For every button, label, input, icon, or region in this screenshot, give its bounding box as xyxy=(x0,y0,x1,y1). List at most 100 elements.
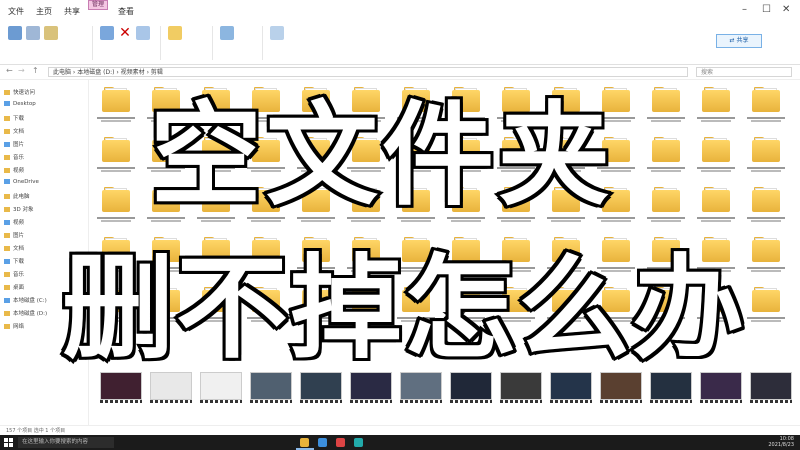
nav-item[interactable]: 视频 xyxy=(4,218,24,226)
nav-item[interactable]: 视频 xyxy=(4,166,24,174)
nav-item-label: 桌面 xyxy=(13,285,25,291)
copy-icon[interactable] xyxy=(26,26,40,40)
search-input[interactable]: 搜索 xyxy=(696,67,792,77)
file-explorer-icon[interactable] xyxy=(300,438,309,447)
tab-manage[interactable]: 管理 xyxy=(88,0,108,10)
folder-icon[interactable] xyxy=(752,286,780,312)
nav-item[interactable]: 3D 对象 xyxy=(4,205,33,213)
nav-item[interactable]: 此电脑 xyxy=(4,192,30,200)
tab-home[interactable]: 主页 xyxy=(36,6,52,17)
file-label-placeholder xyxy=(691,166,741,173)
folder-icon xyxy=(4,155,10,160)
folder-icon xyxy=(4,168,10,173)
film-strip-icon xyxy=(750,400,792,403)
file-label-placeholder xyxy=(91,166,141,173)
nav-item[interactable]: 本地磁盘 (C:) xyxy=(4,296,47,304)
tab-view[interactable]: 查看 xyxy=(118,6,134,17)
video-editor-icon[interactable] xyxy=(336,438,345,447)
app-icon[interactable] xyxy=(354,438,363,447)
delete-icon[interactable]: ✕ xyxy=(118,26,132,40)
file-label-placeholder xyxy=(641,116,691,123)
rename-icon[interactable] xyxy=(136,26,150,40)
folder-icon[interactable] xyxy=(702,86,730,112)
folder-icon[interactable] xyxy=(752,236,780,262)
folder-icon xyxy=(4,324,10,329)
folder-icon[interactable] xyxy=(702,186,730,212)
folder-icon[interactable] xyxy=(102,186,130,212)
clock[interactable]: 10:08 2021/8/23 xyxy=(768,436,794,448)
folder-icon xyxy=(4,233,10,238)
status-text: 157 个项目 选中 1 个项目 xyxy=(6,428,66,434)
nav-item[interactable]: OneDrive xyxy=(4,179,39,185)
nav-item-label: 图片 xyxy=(13,142,25,148)
taskbar-search[interactable]: 在这里输入你要搜索的内容 xyxy=(18,437,114,448)
overlay-title-line2: 删不掉怎么办 xyxy=(59,241,747,377)
film-strip-icon xyxy=(500,400,542,403)
film-strip-icon xyxy=(550,400,592,403)
folder-icon[interactable] xyxy=(102,86,130,112)
paste-icon[interactable] xyxy=(44,26,58,40)
maximize-button[interactable]: ☐ xyxy=(762,4,771,15)
move-to-icon[interactable] xyxy=(100,26,114,40)
forward-icon[interactable]: → xyxy=(18,66,25,75)
nav-item[interactable]: 快速访问 xyxy=(4,88,35,96)
nav-item[interactable]: 文档 xyxy=(4,127,24,135)
file-label-placeholder xyxy=(641,166,691,173)
folder-icon xyxy=(4,259,10,264)
folder-icon xyxy=(4,311,10,316)
film-strip-icon xyxy=(350,400,392,403)
nav-item[interactable]: 图片 xyxy=(4,231,24,239)
tab-share[interactable]: 共享 xyxy=(64,6,80,17)
start-icon[interactable] xyxy=(4,438,13,447)
tab-file[interactable]: 文件 xyxy=(8,6,24,17)
folder-icon[interactable] xyxy=(652,86,680,112)
minimize-button[interactable]: – xyxy=(742,4,747,15)
close-button[interactable]: ✕ xyxy=(782,4,790,15)
nav-item[interactable]: 本地磁盘 (D:) xyxy=(4,309,47,317)
new-folder-icon[interactable] xyxy=(168,26,182,40)
nav-item[interactable]: 桌面 xyxy=(4,283,24,291)
folder-icon[interactable] xyxy=(752,186,780,212)
film-strip-icon xyxy=(700,400,742,403)
nav-item[interactable]: 网络 xyxy=(4,322,24,330)
select-all-icon[interactable] xyxy=(270,26,284,40)
nav-item-label: OneDrive xyxy=(13,179,39,185)
file-label-placeholder xyxy=(91,116,141,123)
folder-icon xyxy=(4,246,10,251)
folder-icon xyxy=(4,142,10,147)
nav-item[interactable]: 下载 xyxy=(4,257,24,265)
nav-item-label: 图片 xyxy=(13,233,25,239)
nav-item-label: 视频 xyxy=(13,168,25,174)
nav-item-label: 音乐 xyxy=(13,155,25,161)
folder-icon[interactable] xyxy=(652,136,680,162)
browser-icon[interactable] xyxy=(318,438,327,447)
pin-quick-access-icon[interactable] xyxy=(8,26,22,40)
folder-icon[interactable] xyxy=(752,136,780,162)
film-strip-icon xyxy=(100,400,142,403)
nav-item-label: 此电脑 xyxy=(13,194,30,200)
nav-item-label: 3D 对象 xyxy=(13,207,34,213)
properties-icon[interactable] xyxy=(220,26,234,40)
back-icon[interactable]: ← xyxy=(6,66,13,75)
nav-item[interactable]: 文档 xyxy=(4,244,24,252)
nav-item[interactable]: 音乐 xyxy=(4,153,24,161)
folder-icon xyxy=(4,116,10,121)
clock-date: 2021/8/23 xyxy=(768,442,794,448)
file-label-placeholder xyxy=(691,116,741,123)
folder-icon xyxy=(4,194,10,199)
folder-icon xyxy=(4,179,10,184)
nav-item-label: 文档 xyxy=(13,129,25,135)
share-button[interactable]: ⇄ 共享 xyxy=(716,34,762,48)
file-label-placeholder xyxy=(741,116,791,123)
nav-item[interactable]: 图片 xyxy=(4,140,24,148)
nav-item[interactable]: 音乐 xyxy=(4,270,24,278)
folder-icon[interactable] xyxy=(652,186,680,212)
folder-icon[interactable] xyxy=(102,136,130,162)
nav-item[interactable]: Desktop xyxy=(4,101,36,107)
folder-icon xyxy=(4,220,10,225)
folder-icon[interactable] xyxy=(752,86,780,112)
folder-icon[interactable] xyxy=(702,136,730,162)
up-icon[interactable]: ↑ xyxy=(32,66,39,75)
nav-item[interactable]: 下载 xyxy=(4,114,24,122)
video-thumbnail[interactable] xyxy=(750,372,792,400)
